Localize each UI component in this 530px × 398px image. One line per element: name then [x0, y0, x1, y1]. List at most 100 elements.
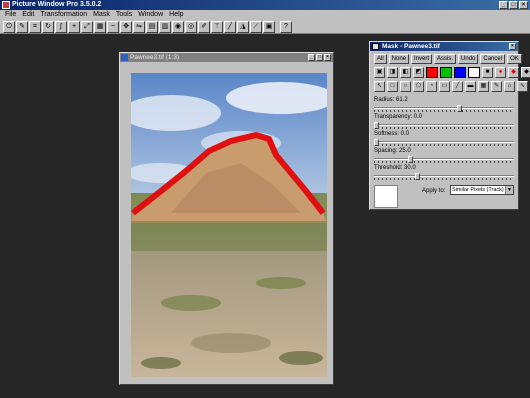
magic-wand-icon[interactable]: ⚚ [211, 20, 223, 33]
transparency-label: Transparency: 0.0 [374, 114, 423, 120]
red-circle-icon[interactable]: ● [495, 67, 506, 78]
stamp-icon[interactable]: ▣ [263, 20, 275, 33]
spacing-slider[interactable] [374, 156, 514, 163]
dropdown-arrow-icon[interactable]: ▼ [505, 186, 513, 194]
menu-window[interactable]: Window [135, 10, 166, 20]
image-window-title-bar[interactable]: Pawnee3.tif (1:3) _ □ × [120, 53, 333, 62]
expand-icon[interactable]: ✥ [120, 20, 132, 33]
black-square-icon[interactable]: ■ [482, 67, 493, 78]
apply-to-label: Apply to: [422, 188, 446, 194]
menu-transformation[interactable]: Transformation [37, 10, 90, 20]
trace-tool-icon[interactable]: ⌂ [504, 81, 515, 92]
mask-mode-3-icon[interactable]: ◧ [400, 67, 411, 78]
threshold-slider[interactable] [374, 173, 514, 180]
menu-tools[interactable]: Tools [113, 10, 135, 20]
grid-icon[interactable]: ▦ [94, 20, 106, 33]
power-icon[interactable]: ⏻ [3, 20, 15, 33]
line-tool-icon[interactable]: ╱ [452, 81, 463, 92]
mask-close-button[interactable]: × [509, 43, 516, 50]
apply-to-select[interactable]: Similar Pixels (Track) ▼ [450, 185, 514, 195]
pen-icon[interactable]: ✎ [16, 20, 28, 33]
mask-window[interactable]: Mask - Pawnee3.tif × All None Invert Ass… [369, 41, 530, 210]
ellipse-tool-icon[interactable]: ○ [400, 81, 411, 92]
image-close-button[interactable]: × [324, 54, 331, 61]
photo-canvas[interactable] [131, 73, 327, 377]
landscape-photo [131, 73, 327, 377]
minimize-button[interactable]: _ [499, 1, 508, 9]
cancel-button[interactable]: Cancel [480, 54, 506, 64]
app-icon [2, 1, 10, 9]
black-diamond-icon[interactable]: ◆ [521, 67, 530, 78]
white-swatch[interactable] [468, 67, 480, 78]
ok-button[interactable]: OK [507, 54, 522, 64]
toolbar: ⏻ ✎ ⌗ ↻ ∫ + ⤢ ▦ − ✥ ⇋ ▤ ▥ ◉ ◎ ✐ ⚚ ╱ ◮ ⟋ … [0, 20, 530, 34]
crop-icon[interactable]: ⌗ [29, 20, 41, 33]
brush-icon[interactable]: ✐ [198, 20, 210, 33]
transparency-slider-thumb[interactable] [374, 122, 379, 129]
resize-icon[interactable]: ⤢ [81, 20, 93, 33]
image-minimize-button[interactable]: _ [308, 54, 315, 61]
all-button[interactable]: All [374, 54, 387, 64]
blue-swatch[interactable] [454, 67, 466, 78]
eyedropper-icon[interactable]: ⟋ [250, 20, 262, 33]
red-swatch[interactable] [426, 67, 438, 78]
fill-tool-icon[interactable]: ▦ [478, 81, 489, 92]
flip-icon[interactable]: ⇋ [133, 20, 145, 33]
transparency-slider[interactable] [374, 122, 514, 129]
curve-tool-icon[interactable]: ∿ [517, 81, 528, 92]
marker-icon[interactable]: ╱ [224, 20, 236, 33]
red-diamond-icon[interactable]: ◆ [508, 67, 519, 78]
menu-bar: File Edit Transformation Mask Tools Wind… [0, 10, 530, 20]
apply-to-value: Similar Pixels (Track) [452, 187, 504, 193]
menu-edit[interactable]: Edit [19, 10, 37, 20]
softness-slider-thumb[interactable] [374, 139, 379, 146]
green-swatch[interactable] [440, 67, 452, 78]
undo-button[interactable]: Undo [458, 54, 479, 64]
sharpen-icon[interactable]: ◮ [237, 20, 249, 33]
softness-label: Softness: 0.0 [374, 131, 410, 137]
image-window-title: Pawnee3.tif (1:3) [130, 54, 180, 61]
mask-mode-1-icon[interactable]: ▣ [374, 67, 385, 78]
lens-icon[interactable]: ◎ [185, 20, 197, 33]
rotate-icon[interactable]: ↻ [42, 20, 54, 33]
mask-icon [372, 43, 379, 50]
spacing-slider-thumb[interactable] [408, 156, 413, 163]
cursor-tool-icon[interactable]: ↖ [374, 81, 385, 92]
film-icon[interactable]: ▥ [159, 20, 171, 33]
plus-icon[interactable]: + [68, 20, 80, 33]
menu-help[interactable]: Help [166, 10, 186, 20]
mask-window-title-bar[interactable]: Mask - Pawnee3.tif × [370, 42, 518, 51]
maximize-button[interactable]: □ [509, 1, 518, 9]
gradient-icon[interactable]: ▤ [146, 20, 158, 33]
eye-icon[interactable]: ◉ [172, 20, 184, 33]
minus-icon[interactable]: − [107, 20, 119, 33]
image-doc-icon [121, 54, 128, 61]
spacing-label: Spacing: 25.0 [374, 148, 411, 154]
pen-tool-icon[interactable]: ✎ [491, 81, 502, 92]
radius-slider-thumb[interactable] [457, 105, 462, 112]
softness-slider[interactable] [374, 139, 514, 146]
assist-button[interactable]: Assis. [434, 54, 457, 64]
image-maximize-button[interactable]: □ [316, 54, 323, 61]
invert-button[interactable]: Invert [411, 54, 433, 64]
dash-tool-icon[interactable]: ▬ [465, 81, 476, 92]
shape-tool-icon[interactable]: ◔ [426, 81, 437, 92]
radius-label: Radius: 61.2 [374, 97, 408, 103]
mask-mode-2-icon[interactable]: ◨ [387, 67, 398, 78]
none-button[interactable]: None [388, 54, 410, 64]
menu-mask[interactable]: Mask [90, 10, 113, 20]
help-icon[interactable]: ? [280, 20, 292, 33]
threshold-slider-thumb[interactable] [415, 173, 420, 180]
image-window[interactable]: Pawnee3.tif (1:3) _ □ × [119, 52, 334, 385]
polygon-tool-icon[interactable]: ⬠ [413, 81, 424, 92]
app-title: Picture Window Pro 3.5.0.2 [12, 1, 102, 8]
mask-preview [374, 185, 398, 208]
close-button[interactable]: × [519, 1, 528, 9]
curve-icon[interactable]: ∫ [55, 20, 67, 33]
radius-slider[interactable] [374, 105, 514, 112]
brush-tool-icon[interactable]: ▭ [439, 81, 450, 92]
rect-tool-icon[interactable]: □ [387, 81, 398, 92]
menu-file[interactable]: File [2, 10, 19, 20]
mask-mode-4-icon[interactable]: ◩ [413, 67, 424, 78]
mask-window-title: Mask - Pawnee3.tif [382, 43, 440, 50]
